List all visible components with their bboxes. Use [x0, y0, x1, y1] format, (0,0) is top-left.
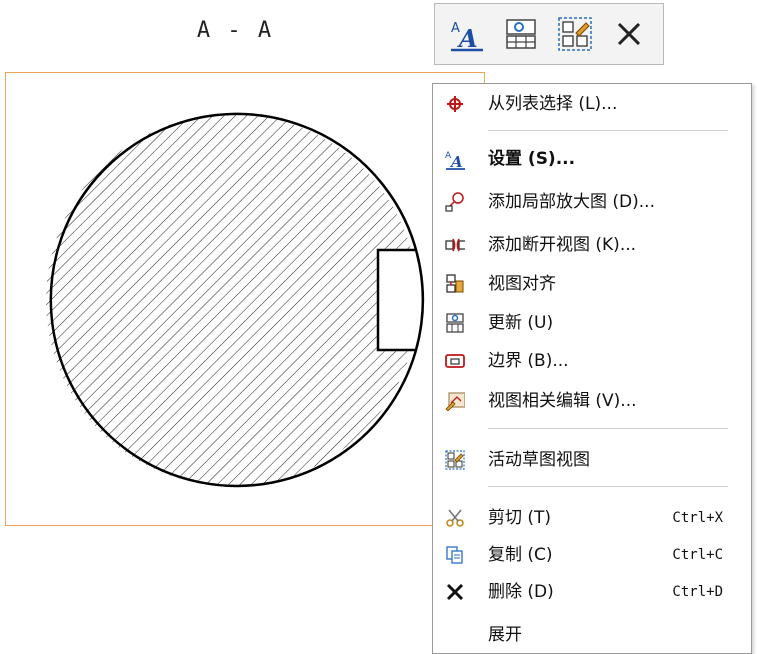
menu-item-active-sketch-view[interactable]: 活动草图视图: [433, 445, 751, 475]
menu-item-select-from-list[interactable]: 从列表选择 (L)...: [433, 89, 751, 119]
menu-item-view-dependent-edit[interactable]: 视图相关编辑 (V)...: [433, 386, 751, 416]
menu-item-label: 更新 (U): [488, 313, 554, 333]
hatched-section-face: [46, 114, 418, 486]
style-a-icon: A A: [451, 21, 483, 52]
menu-item-update[interactable]: 更新 (U): [433, 308, 751, 338]
menu-separator: [488, 428, 728, 429]
active-sketch-toolbar-button[interactable]: [553, 12, 597, 56]
menu-item-add-detail-view[interactable]: 添加局部放大图 (D)...: [433, 187, 751, 217]
menu-item-label: 从列表选择 (L)...: [488, 94, 618, 114]
delete-x-icon: [617, 22, 641, 46]
delete-x-icon: [445, 582, 465, 602]
menu-item-label: 添加断开视图 (K)...: [488, 235, 637, 255]
style-a-icon: AA: [445, 149, 465, 170]
menu-item-settings[interactable]: AA 设置 (S)...: [433, 144, 751, 174]
menu-item-label: 添加局部放大图 (D)...: [488, 192, 655, 212]
update-view-icon: [445, 313, 465, 333]
detail-view-icon: [445, 192, 465, 212]
svg-text:A: A: [449, 153, 463, 170]
active-sketch-view-icon: [445, 450, 465, 470]
update-view-icon: [506, 19, 536, 49]
update-toolbar-button[interactable]: [499, 12, 543, 56]
align-view-icon: [445, 274, 465, 294]
menu-separator: [488, 130, 728, 131]
menu-separator: [488, 486, 728, 487]
active-sketch-view-icon: [558, 17, 592, 51]
menu-item-boundary[interactable]: 边界 (B)...: [433, 346, 751, 376]
context-menu: 从列表选择 (L)... AA 设置 (S)... 添加局部放大图 (D)...…: [432, 83, 752, 654]
menu-item-copy[interactable]: 复制 (C) Ctrl+C: [433, 540, 751, 570]
view-dependent-edit-icon: [445, 391, 465, 411]
menu-item-label: 活动草图视图: [488, 450, 590, 470]
menu-item-add-break-view[interactable]: 添加断开视图 (K)...: [433, 230, 751, 260]
scissors-icon: [445, 508, 465, 528]
delete-toolbar-button[interactable]: [607, 12, 651, 56]
menu-item-label: 视图对齐: [488, 274, 556, 294]
menu-shortcut: Ctrl+C: [672, 547, 723, 563]
boundary-icon: [445, 351, 465, 371]
menu-item-delete[interactable]: 删除 (D) Ctrl+D: [433, 577, 751, 607]
menu-item-label: 设置 (S)...: [488, 149, 576, 169]
svg-text:A: A: [457, 24, 478, 52]
menu-item-label: 删除 (D): [488, 582, 554, 602]
menu-item-cut[interactable]: 剪切 (T) Ctrl+X: [433, 503, 751, 533]
view-mini-toolbar: A A: [434, 3, 664, 65]
keyway-cutout: [378, 250, 418, 350]
break-view-icon: [445, 235, 465, 255]
menu-item-label: 展开: [488, 625, 522, 645]
menu-item-align-view[interactable]: 视图对齐: [433, 269, 751, 299]
crosshair-target-icon: [445, 94, 465, 114]
menu-shortcut: Ctrl+X: [672, 510, 723, 526]
menu-shortcut: Ctrl+D: [672, 584, 723, 600]
menu-item-label: 边界 (B)...: [488, 351, 569, 371]
menu-item-expand[interactable]: 展开: [433, 620, 751, 650]
copy-icon: [445, 545, 465, 565]
menu-item-label: 复制 (C): [488, 545, 553, 565]
menu-item-label: 剪切 (T): [488, 508, 552, 528]
menu-item-label: 视图相关编辑 (V)...: [488, 391, 637, 411]
settings-toolbar-button[interactable]: A A: [445, 12, 489, 56]
